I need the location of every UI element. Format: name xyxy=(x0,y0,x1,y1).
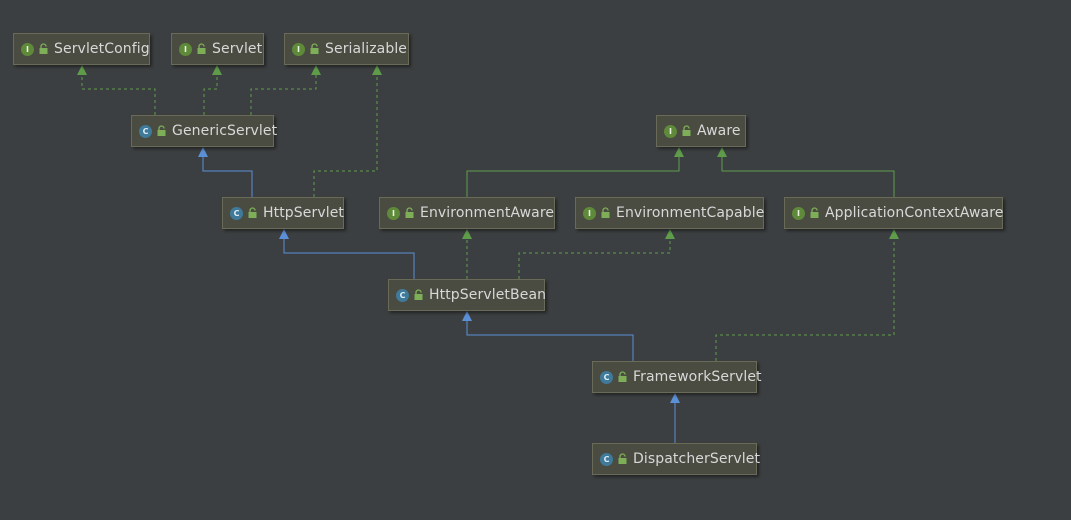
lock-icon xyxy=(618,453,627,464)
node-label: ApplicationContextAware xyxy=(825,205,1004,221)
node-label: HttpServlet xyxy=(263,205,345,221)
node-label: GenericServlet xyxy=(172,123,278,139)
lock-icon xyxy=(310,43,319,54)
arrowhead-httpservletbean-to-environmentaware xyxy=(462,229,472,239)
lock-icon xyxy=(157,125,166,136)
node-applicationcontextaware[interactable]: I ApplicationContextAware xyxy=(784,197,1003,229)
node-genericservlet[interactable]: C GenericServlet xyxy=(131,115,278,147)
edge-applicationcontextaware-to-aware xyxy=(721,156,895,197)
node-dispatcherservlet[interactable]: C DispatcherServlet xyxy=(592,443,761,475)
interface-icon: I xyxy=(292,42,305,56)
arrowhead-httpservlet-to-serializable xyxy=(372,65,382,75)
arrowhead-genericservlet-to-servletconfig xyxy=(77,65,87,75)
node-label: FrameworkServlet xyxy=(633,369,762,385)
arrowhead-genericservlet-to-servlet xyxy=(212,65,222,75)
node-environmentaware[interactable]: I EnvironmentAware xyxy=(379,197,555,229)
edge-httpservletbean-to-httpservlet xyxy=(283,238,415,279)
node-label: Servlet xyxy=(212,41,263,57)
lock-icon xyxy=(682,125,691,136)
class-diagram: I ServletConfig I Servlet I Serializable… xyxy=(0,0,1071,520)
edge-httpservlet-to-genericservlet xyxy=(202,156,253,197)
edge-frameworkservlet-to-httpservletbean xyxy=(466,320,634,361)
arrowhead-httpservlet-to-genericservlet xyxy=(198,147,208,157)
interface-icon: I xyxy=(583,206,596,220)
node-label: Serializable xyxy=(325,41,408,57)
edge-genericservlet-to-serializable xyxy=(250,74,317,115)
class-icon: C xyxy=(230,206,243,220)
edge-httpservlet-to-serializable xyxy=(313,74,378,197)
lock-icon xyxy=(197,43,206,54)
class-icon: C xyxy=(600,452,613,466)
lock-icon xyxy=(810,207,819,218)
arrowhead-frameworkservlet-to-httpservletbean xyxy=(462,311,472,321)
node-environmentcapable[interactable]: I EnvironmentCapable xyxy=(575,197,764,229)
edge-genericservlet-to-servletconfig xyxy=(81,74,156,115)
class-icon: C xyxy=(139,124,152,138)
node-httpservlet[interactable]: C HttpServlet xyxy=(222,197,344,229)
arrowhead-frameworkservlet-to-applicationcontextaware xyxy=(889,229,899,239)
lock-icon xyxy=(405,207,414,218)
arrowhead-httpservletbean-to-httpservlet xyxy=(279,229,289,239)
interface-icon: I xyxy=(387,206,400,220)
class-icon: C xyxy=(396,288,409,302)
arrowhead-genericservlet-to-serializable xyxy=(311,65,321,75)
lock-icon xyxy=(414,289,423,300)
node-servletconfig[interactable]: I ServletConfig xyxy=(13,33,150,65)
edge-httpservletbean-to-environmentcapable xyxy=(518,238,671,279)
edge-environmentaware-to-aware xyxy=(466,156,680,197)
edge-frameworkservlet-to-applicationcontextaware xyxy=(715,238,895,361)
edge-genericservlet-to-servlet xyxy=(203,74,218,115)
arrowhead-environmentaware-to-aware xyxy=(674,147,684,157)
lock-icon xyxy=(39,43,48,54)
node-serializable[interactable]: I Serializable xyxy=(284,33,409,65)
node-httpservletbean[interactable]: C HttpServletBean xyxy=(388,279,547,311)
interface-icon: I xyxy=(21,42,34,56)
node-aware[interactable]: I Aware xyxy=(656,115,746,147)
node-label: EnvironmentAware xyxy=(420,205,555,221)
node-label: HttpServletBean xyxy=(429,287,547,303)
arrowhead-httpservletbean-to-environmentcapable xyxy=(665,229,675,239)
class-icon: C xyxy=(600,370,613,384)
node-label: EnvironmentCapable xyxy=(616,205,765,221)
node-servlet[interactable]: I Servlet xyxy=(171,33,264,65)
interface-icon: I xyxy=(179,42,192,56)
edge-layer xyxy=(77,65,899,443)
interface-icon: I xyxy=(792,206,805,220)
node-label: ServletConfig xyxy=(54,41,150,57)
lock-icon xyxy=(618,371,627,382)
node-frameworkservlet[interactable]: C FrameworkServlet xyxy=(592,361,762,393)
lock-icon xyxy=(248,207,257,218)
node-label: DispatcherServlet xyxy=(633,451,761,467)
node-label: Aware xyxy=(697,123,741,139)
arrowhead-applicationcontextaware-to-aware xyxy=(717,147,727,157)
interface-icon: I xyxy=(664,124,677,138)
arrowhead-dispatcherservlet-to-frameworkservlet xyxy=(670,393,680,403)
lock-icon xyxy=(601,207,610,218)
